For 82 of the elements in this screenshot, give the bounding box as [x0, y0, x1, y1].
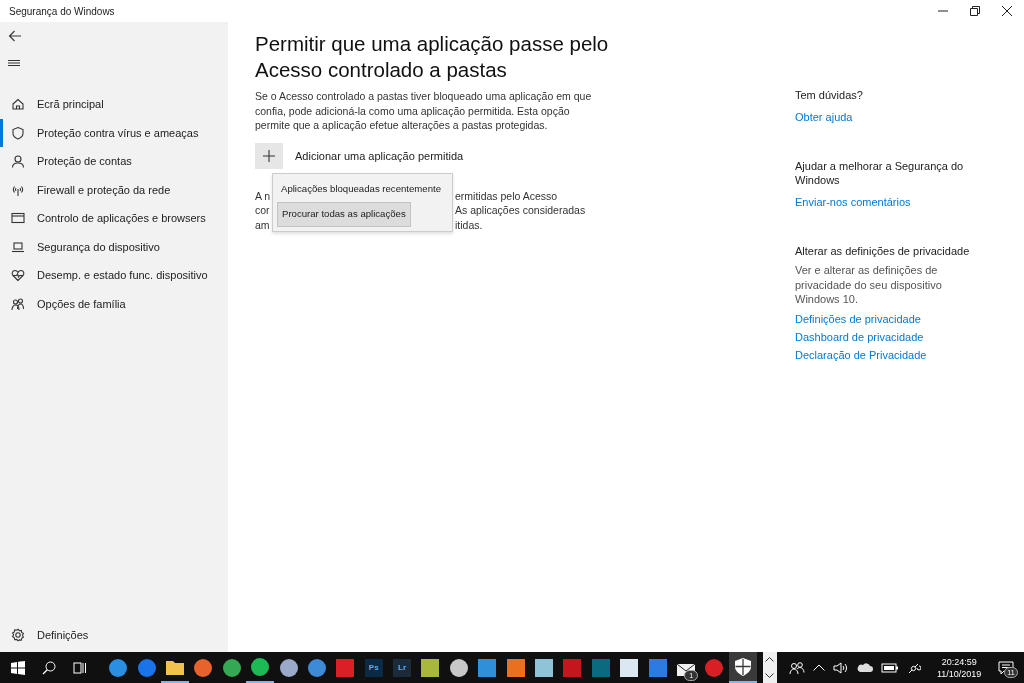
app-icon [335, 657, 356, 678]
menu-item[interactable]: Aplicações bloqueadas recentemente [277, 177, 448, 200]
settings-item[interactable]: Definições [0, 620, 228, 649]
app-icon [534, 657, 555, 678]
app-icon [420, 657, 441, 678]
sidebar-item[interactable]: Proteção de contas [0, 147, 228, 176]
section-heading: Tem dúvidas? [795, 88, 864, 103]
cloud-icon[interactable] [857, 662, 873, 673]
app-icon [704, 657, 725, 678]
app-label: Lr [398, 663, 407, 672]
sidebar-item[interactable]: Desemp. e estado func. dispositivo [0, 261, 228, 290]
sidebar-item[interactable]: Firewall e proteção da rede [0, 175, 228, 204]
section-text: Ver e alterar as definições de privacidade do seu dispositivo Windows 10. [795, 263, 943, 307]
app-icon [136, 657, 157, 678]
back-icon[interactable] [8, 30, 22, 42]
paragraph-fragment: itidas. [455, 217, 483, 232]
app-icon [448, 657, 469, 678]
sidebar-item[interactable]: Opções de família [0, 289, 228, 318]
volume-icon[interactable] [833, 660, 849, 675]
taskbar-app[interactable] [728, 652, 757, 683]
heart-icon [11, 268, 25, 283]
app-icon [306, 657, 327, 678]
paragraph-fragment: am [255, 217, 270, 232]
link[interactable]: Dashboard de privacidade [795, 327, 975, 346]
settings-icon [11, 627, 25, 642]
paragraph-fragment: cor [255, 203, 270, 218]
people-icon[interactable] [789, 660, 805, 675]
app-icon [590, 657, 611, 678]
sidebar-item[interactable]: Segurança do dispositivo [0, 232, 228, 261]
app-icon [477, 657, 498, 678]
app-icon [108, 657, 129, 678]
family-icon [11, 296, 25, 311]
clock[interactable]: 20:24:59 11/10/2019 [937, 655, 982, 680]
start-icon[interactable] [11, 660, 25, 675]
close-icon[interactable] [1002, 6, 1012, 16]
app-icon [193, 657, 214, 678]
taskbar-scroller[interactable] [763, 652, 777, 683]
description-text: Se o Acesso controlado a pastas tiver bloqueado uma aplicação em que confia, pode adicioná-la como uma aplicação permitida. Esta opção permite que a aplicação efetue alterações a pastas protegidas. [255, 89, 593, 133]
app-icon [278, 657, 299, 678]
window-icon [11, 211, 25, 226]
link[interactable]: Definições de privacidade [795, 309, 975, 328]
message-icon [998, 660, 1014, 675]
laptop-icon [11, 239, 25, 254]
menu-item[interactable]: Procurar todas as aplicações [277, 202, 411, 227]
paragraph-fragment: A n [255, 188, 271, 203]
home-icon [11, 97, 25, 112]
app-icon [250, 656, 271, 677]
person-icon [11, 154, 25, 169]
battery-icon[interactable] [881, 662, 899, 673]
sidebar-item[interactable]: Ecrã principal [0, 90, 228, 119]
app-icon [221, 657, 242, 678]
add-app-button[interactable]: Adicionar uma aplicação permitida [255, 142, 788, 169]
link[interactable]: Obter ajuda [795, 107, 975, 126]
window-title: Segurança do Windows [9, 5, 115, 17]
menu-icon[interactable] [8, 59, 20, 67]
task-view-icon[interactable] [73, 661, 87, 674]
taskbar-app[interactable]: Ps [359, 652, 388, 683]
chevron-up-icon[interactable] [813, 664, 825, 671]
app-icon [562, 657, 583, 678]
sidebar-item[interactable]: Controlo de aplicações e browsers [0, 204, 228, 233]
search-icon[interactable] [42, 660, 56, 675]
section-heading: Alterar as definições de privacidade [795, 243, 971, 258]
app-icon [732, 656, 753, 677]
restore-icon[interactable] [970, 6, 980, 16]
down-caret-icon[interactable] [765, 672, 775, 678]
link[interactable]: Enviar-nos comentários [795, 192, 975, 211]
link[interactable]: Declaração de Privacidade [795, 345, 975, 364]
app-icon [505, 657, 526, 678]
paragraph-fragment: As aplicações consideradas [455, 203, 586, 218]
app-icon [392, 657, 413, 678]
app-label: Ps [368, 663, 379, 672]
app-icon [619, 657, 640, 678]
section-heading: Ajudar a melhorar a Segurança do Windows [795, 158, 965, 188]
up-caret-icon[interactable] [765, 657, 775, 663]
sidebar-item[interactable]: Proteção contra vírus e ameaças [0, 118, 228, 147]
plus-icon [255, 142, 283, 169]
paragraph-fragment: ermitidas pelo Acesso [455, 188, 558, 203]
app-icon [647, 657, 668, 678]
page-title: Permitir que uma aplicação passe pelo Acesso controlado a pastas [255, 31, 610, 83]
shield-icon [11, 125, 25, 140]
app-icon [363, 657, 384, 678]
taskbar-app[interactable]: Lr [387, 652, 417, 683]
